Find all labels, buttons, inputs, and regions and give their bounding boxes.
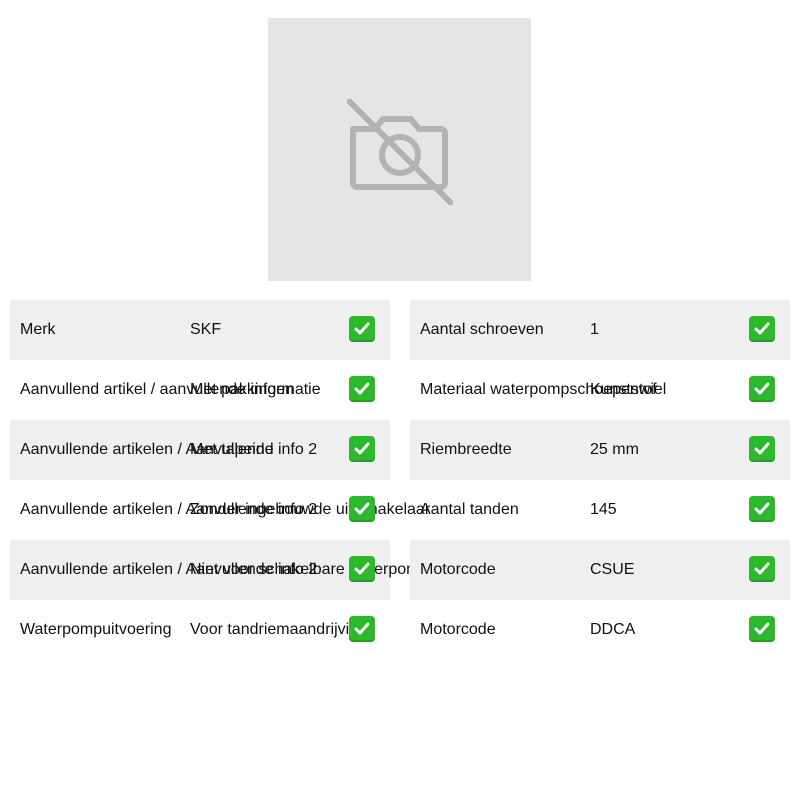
spec-row: Waterpompuitvoering Voor tandriemaandrij… <box>10 600 390 660</box>
spec-row: Aantal tanden 145 <box>410 480 790 540</box>
spec-value: Voor tandriemaandrijving <box>190 621 367 638</box>
spec-value: Zonder ingebouwde uitschakelaar <box>190 501 431 518</box>
check-icon <box>349 616 375 642</box>
spec-value: 145 <box>590 501 617 518</box>
spec-value: 25 mm <box>590 441 639 458</box>
check-icon <box>349 316 375 342</box>
spec-value: Met tapeind <box>190 441 274 458</box>
spec-value: CSUE <box>590 561 635 578</box>
check-icon <box>349 556 375 582</box>
spec-label: Motorcode <box>420 561 496 578</box>
check-icon <box>749 556 775 582</box>
spec-table-right: Aantal schroeven 1 Materiaal waterpompsc… <box>410 300 790 660</box>
spec-row: Motorcode CSUE <box>410 540 790 600</box>
check-icon <box>349 496 375 522</box>
check-icon <box>349 376 375 402</box>
check-icon <box>749 496 775 522</box>
check-icon <box>749 316 775 342</box>
spec-value: Met pakkingen <box>190 381 295 398</box>
check-icon <box>749 436 775 462</box>
product-image-placeholder <box>268 18 531 281</box>
spec-value: Niet voor schakelbare waterpomp <box>190 561 429 578</box>
spec-row: Aanvullende artikelen / Aanvullende info… <box>10 540 428 600</box>
spec-row: Aanvullende artikelen / Aanvullende info… <box>10 480 430 540</box>
spec-value: 1 <box>590 321 599 338</box>
check-icon <box>749 616 775 642</box>
spec-row: Materiaal waterpompschoepenwiel Kunststo… <box>410 360 790 420</box>
spec-label: Aantal schroeven <box>420 321 544 338</box>
spec-label: Motorcode <box>420 621 496 638</box>
spec-value: DDCA <box>590 621 636 638</box>
spec-row: Aanvullende artikelen / Aanvullende info… <box>10 420 390 480</box>
spec-label: Riembreedte <box>420 441 512 458</box>
spec-row: Riembreedte 25 mm <box>410 420 790 480</box>
spec-row: Merk SKF <box>10 300 390 360</box>
spec-label: Merk <box>20 321 56 338</box>
spec-label: Aantal tanden <box>420 501 519 518</box>
check-icon <box>749 376 775 402</box>
spec-value: SKF <box>190 321 222 338</box>
spec-value: Kunststof <box>590 381 657 398</box>
spec-row: Aanvullend artikel / aanvullende informa… <box>10 360 390 420</box>
spec-row: Aantal schroeven 1 <box>410 300 790 360</box>
spec-label: Waterpompuitvoering <box>20 621 172 638</box>
check-icon <box>349 436 375 462</box>
spec-row: Motorcode DDCA <box>410 600 790 660</box>
spec-table-left: Merk SKF Aanvullend artikel / aanvullend… <box>10 300 430 660</box>
camera-off-icon <box>347 99 453 205</box>
